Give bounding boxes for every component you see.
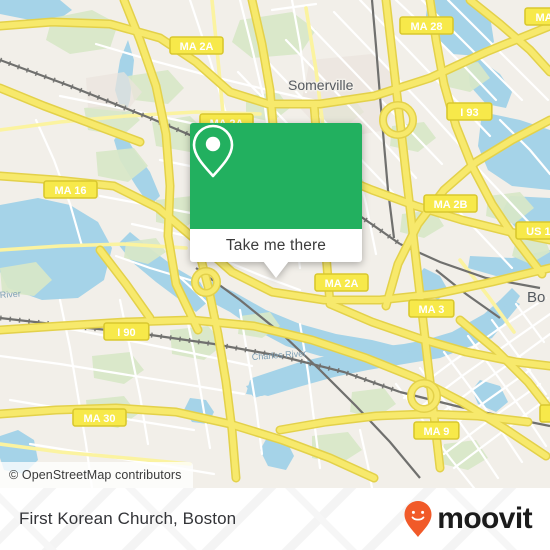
place-title: First Korean Church, Boston bbox=[19, 509, 237, 528]
road-shield: MA 3 bbox=[408, 299, 455, 318]
road-shield: I 93 bbox=[446, 102, 493, 121]
road-shield: MA 2A bbox=[169, 36, 224, 55]
road-shield-label: MA 2A bbox=[325, 278, 359, 290]
road-shield-label: MA 99 bbox=[536, 12, 550, 24]
road-shield: MA 16 bbox=[43, 180, 98, 199]
road-shield-label: MA 30 bbox=[84, 413, 116, 425]
road-shield-label: MA 16 bbox=[55, 185, 87, 197]
moovit-logo[interactable]: moovit bbox=[403, 500, 533, 538]
road-shield: MA 30 bbox=[72, 408, 127, 427]
moovit-smiley-pin-icon bbox=[404, 501, 432, 537]
location-popup[interactable]: Take me there bbox=[190, 123, 362, 278]
road-shield-label: I 93 bbox=[460, 107, 478, 119]
map-canvas[interactable]: River Charles River Somerville Bo MA 2A M… bbox=[0, 0, 550, 488]
road-shield-label: MA 2B bbox=[434, 199, 468, 211]
take-me-there-label: Take me there bbox=[225, 236, 327, 254]
road-shield-label: MA 28 bbox=[411, 21, 443, 33]
road-shield-label: US 1 bbox=[526, 226, 550, 238]
popup-header bbox=[190, 123, 362, 229]
road-shield: MA 28 bbox=[399, 16, 454, 35]
osm-attribution-text: © OpenStreetMap contributors bbox=[9, 468, 182, 482]
road-shield: I 90 bbox=[539, 404, 550, 423]
road-shield-label: MA 2A bbox=[180, 41, 214, 53]
road-shield: MA 2B bbox=[423, 194, 478, 213]
place-label-boston: Bo bbox=[527, 289, 545, 306]
road-shield: MA 99 bbox=[524, 7, 550, 26]
moovit-wordmark: moovit bbox=[437, 502, 532, 535]
road-shield-label: MA 3 bbox=[418, 304, 444, 316]
osm-attribution[interactable]: © OpenStreetMap contributors bbox=[0, 462, 193, 488]
moovit-map-screen: River Charles River Somerville Bo MA 2A M… bbox=[0, 0, 550, 550]
popup-action-bar[interactable]: Take me there bbox=[190, 229, 362, 262]
place-label-somerville: Somerville bbox=[288, 77, 354, 93]
road-shield: MA 2A bbox=[314, 273, 369, 292]
road-shield-label: MA 9 bbox=[423, 426, 449, 438]
road-shield: I 90 bbox=[103, 322, 150, 341]
road-shield-label: I 90 bbox=[117, 327, 135, 339]
map-pin-icon bbox=[192, 124, 234, 178]
water-label: River bbox=[0, 289, 21, 300]
popup-tail bbox=[263, 261, 289, 278]
road-shield: US 1 bbox=[515, 221, 550, 240]
footer-bar: First Korean Church, Boston moovit bbox=[0, 488, 550, 550]
road-shield: MA 9 bbox=[413, 421, 460, 440]
